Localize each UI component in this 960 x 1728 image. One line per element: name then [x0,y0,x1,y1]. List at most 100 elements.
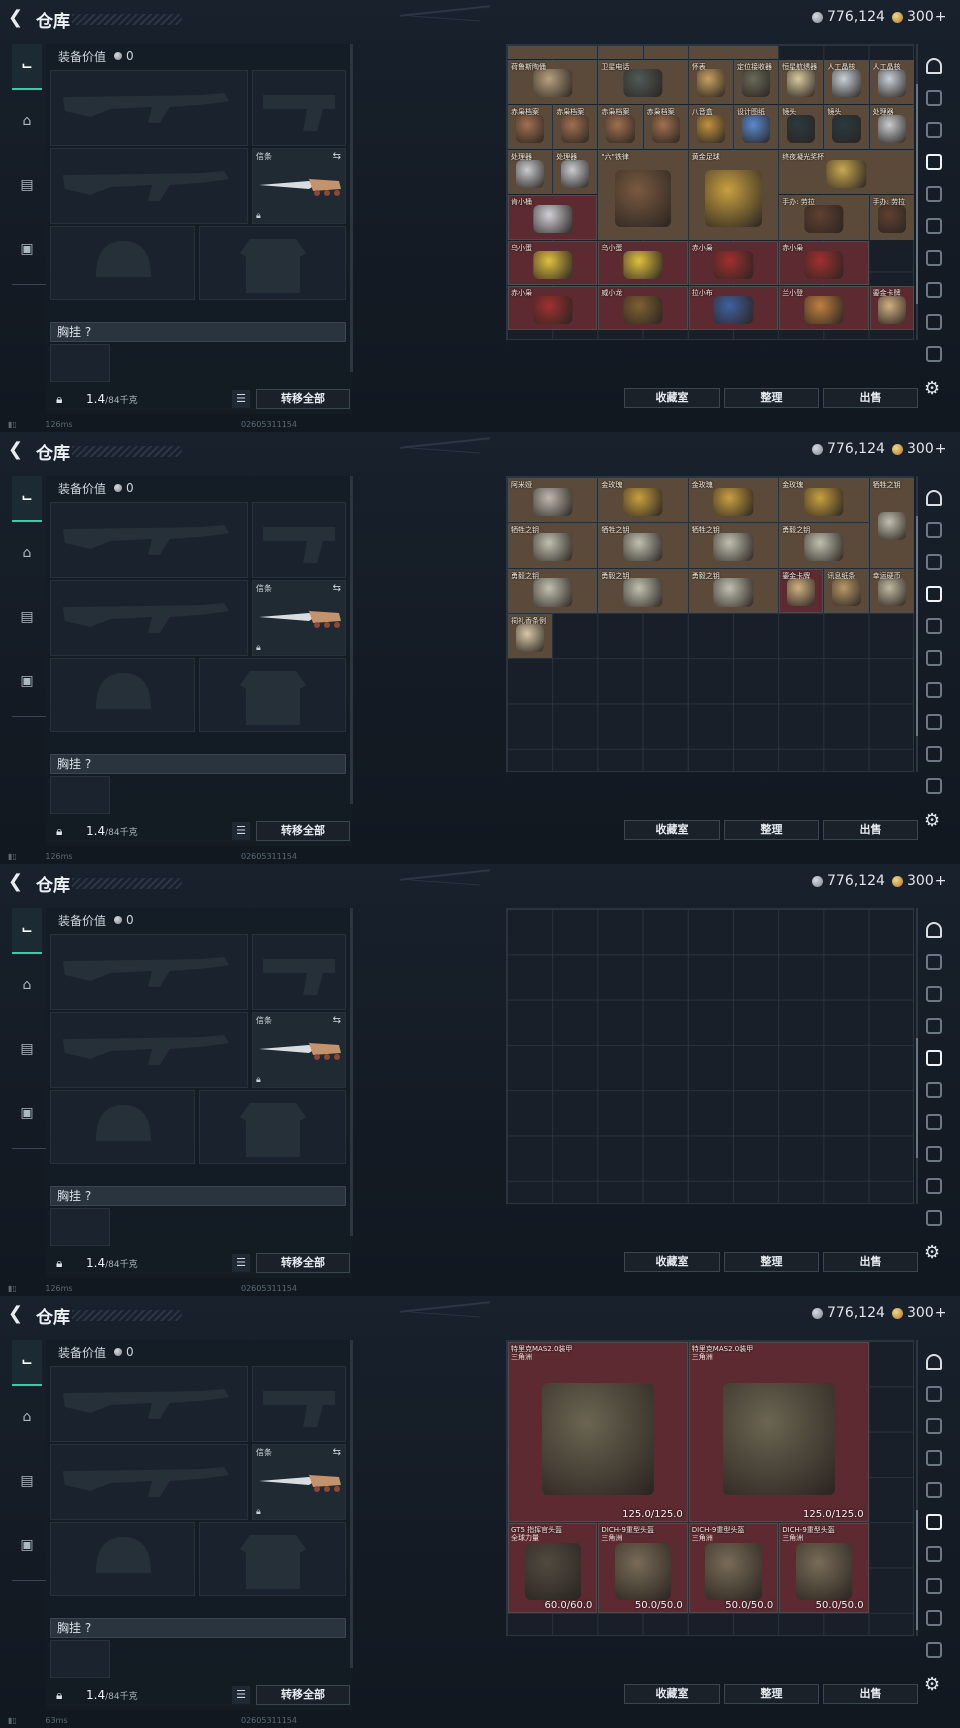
primary-weapon-slot[interactable] [50,502,248,578]
scrollbar-thumb[interactable] [916,84,918,304]
stash-item[interactable]: 处理器 [553,150,598,195]
stash-item[interactable]: 人工晶核 [824,59,869,104]
stash-item[interactable] [688,46,779,59]
helmet-slot[interactable] [50,1522,195,1596]
stash-page-tab[interactable] [920,1076,948,1104]
stash-item[interactable]: 恒星航绣器 [779,59,824,104]
tab-armor[interactable]: ⌂ [12,1402,42,1432]
equip-scrollbar[interactable] [350,44,353,372]
helmet-slot[interactable] [50,226,195,300]
pistol-slot[interactable] [252,1366,346,1442]
stash-home-tab[interactable] [920,52,948,80]
stash-page-tab[interactable] [920,244,948,272]
stash-scrollbar[interactable] [916,908,918,1204]
chest-rig-header[interactable]: 胸挂 ? [50,754,346,774]
equip-scrollbar[interactable] [350,908,353,1236]
gold-currency[interactable]: 300 + [892,441,946,457]
tab-backpack[interactable]: ▣ [12,1530,42,1560]
collection-room-button[interactable]: 收藏室 [624,388,720,408]
stash-home-tab[interactable] [920,484,948,512]
stash-item[interactable]: 赤小枭 [779,240,869,286]
stash-page-tab[interactable] [920,116,948,144]
stash-item[interactable]: 阿米娅 [508,478,598,523]
stash-item[interactable]: 特里克MAS2.0装甲 三角洲 125.0/125.0 [508,1342,688,1523]
body-armor-slot[interactable] [199,1522,346,1596]
stash-item[interactable]: DICH-9重型头盔 三角洲 50.0/50.0 [598,1523,688,1613]
stash-item[interactable]: 幸运硬币 [869,568,914,613]
stash-scrollbar[interactable] [916,476,918,772]
stash-page-tab[interactable] [920,84,948,112]
lock-icon[interactable]: 🔒︎ [56,1688,62,1703]
stash-page-tab[interactable] [920,1636,948,1664]
stash-item[interactable]: 赤小枭 [508,286,598,331]
stash-item[interactable] [598,46,643,59]
body-armor-slot[interactable] [199,1090,346,1164]
stash-page-tab[interactable] [920,1540,948,1568]
scrollbar-thumb[interactable] [916,516,918,736]
stash-page-tab[interactable] [920,1604,948,1632]
stash-item[interactable]: 威小龙 [598,286,688,331]
stash-page-tab[interactable] [920,340,948,368]
stash-item[interactable] [508,46,598,59]
pistol-slot[interactable] [252,934,346,1010]
scrollbar-thumb[interactable] [916,1038,918,1158]
sort-button[interactable]: 整理 [724,388,819,408]
stash-page-tab[interactable] [920,948,948,976]
stash-item[interactable]: 讯息纸条 [824,568,869,613]
tab-backpack[interactable]: ▣ [12,666,42,696]
settings-gear-icon[interactable]: ⚙ [924,378,940,399]
stash-page-tab[interactable] [920,1172,948,1200]
gold-currency[interactable]: 300 + [892,9,946,25]
stash-item[interactable]: 勇毅之钥 [598,568,688,613]
stash-page-tab[interactable] [920,772,948,800]
stash-item[interactable]: 赤枭档案 [508,104,553,150]
tab-weapons[interactable]: ⌙ [12,44,42,90]
tab-weapons[interactable]: ⌙ [12,908,42,954]
stash-item[interactable]: 赤枭档案 [553,104,598,150]
stash-item[interactable]: 勇毅之钥 [508,568,598,613]
stash-page-tab[interactable] [920,180,948,208]
pistol-slot[interactable] [252,70,346,146]
stash-page-tab[interactable] [920,1508,948,1536]
tab-armor[interactable]: ⌂ [12,106,42,136]
secondary-weapon-slot[interactable] [50,1012,248,1088]
sort-button[interactable]: 整理 [724,820,819,840]
stash-page-tab[interactable] [920,740,948,768]
chest-rig-header[interactable]: 胸挂 ? [50,322,346,342]
settings-gear-icon[interactable]: ⚙ [924,810,940,831]
tab-rig[interactable]: ▤ [12,602,42,632]
stash-item[interactable]: 人工晶核 [869,59,914,104]
stash-page-tab[interactable] [920,516,948,544]
stash-page-tab[interactable] [920,1572,948,1600]
tab-backpack[interactable]: ▣ [12,234,42,264]
stash-page-tab[interactable] [920,548,948,576]
stash-item[interactable]: 赤枭档案 [598,104,643,150]
stash-item[interactable]: 荷鲁斯陶俑 [508,59,598,104]
gold-currency[interactable]: 300 + [892,873,946,889]
transfer-all-button[interactable]: 转移全部 [256,1253,350,1273]
stash-item[interactable]: 手办: 劳拉 [779,195,869,240]
collection-room-button[interactable]: 收藏室 [624,1684,720,1704]
stash-item[interactable]: 乌小蛋 [508,240,598,286]
stash-page-tab[interactable] [920,644,948,672]
sell-button[interactable]: 出售 [823,1252,918,1272]
stash-item[interactable]: 勇毅之钥 [688,568,779,613]
stash-item[interactable]: 鎏金卡牌 [779,568,824,613]
back-arrow-icon[interactable]: ❮ [8,440,28,460]
list-icon[interactable]: ☰ [232,1254,250,1272]
stash-item[interactable]: 鎏金卡牌 [869,286,914,331]
stash-item[interactable]: DICH-9重型头盔 三角洲 50.0/50.0 [779,1523,869,1613]
stash-page-tab[interactable] [920,276,948,304]
helmet-slot[interactable] [50,1090,195,1164]
tab-rig[interactable]: ▤ [12,170,42,200]
stash-item[interactable]: 处理器 [869,104,914,150]
list-icon[interactable]: ☰ [232,1686,250,1704]
stash-page-tab[interactable] [920,1412,948,1440]
lock-icon[interactable]: 🔒︎ [56,824,62,839]
stash-page-tab[interactable] [920,1476,948,1504]
stash-item[interactable]: 拉小布 [688,286,779,331]
stash-item[interactable]: 特里克MAS2.0装甲 三角洲 125.0/125.0 [688,1342,869,1523]
stash-scrollbar[interactable] [916,1340,918,1636]
stash-item[interactable]: 乌小蛋 [598,240,688,286]
secondary-weapon-slot[interactable] [50,1444,248,1520]
